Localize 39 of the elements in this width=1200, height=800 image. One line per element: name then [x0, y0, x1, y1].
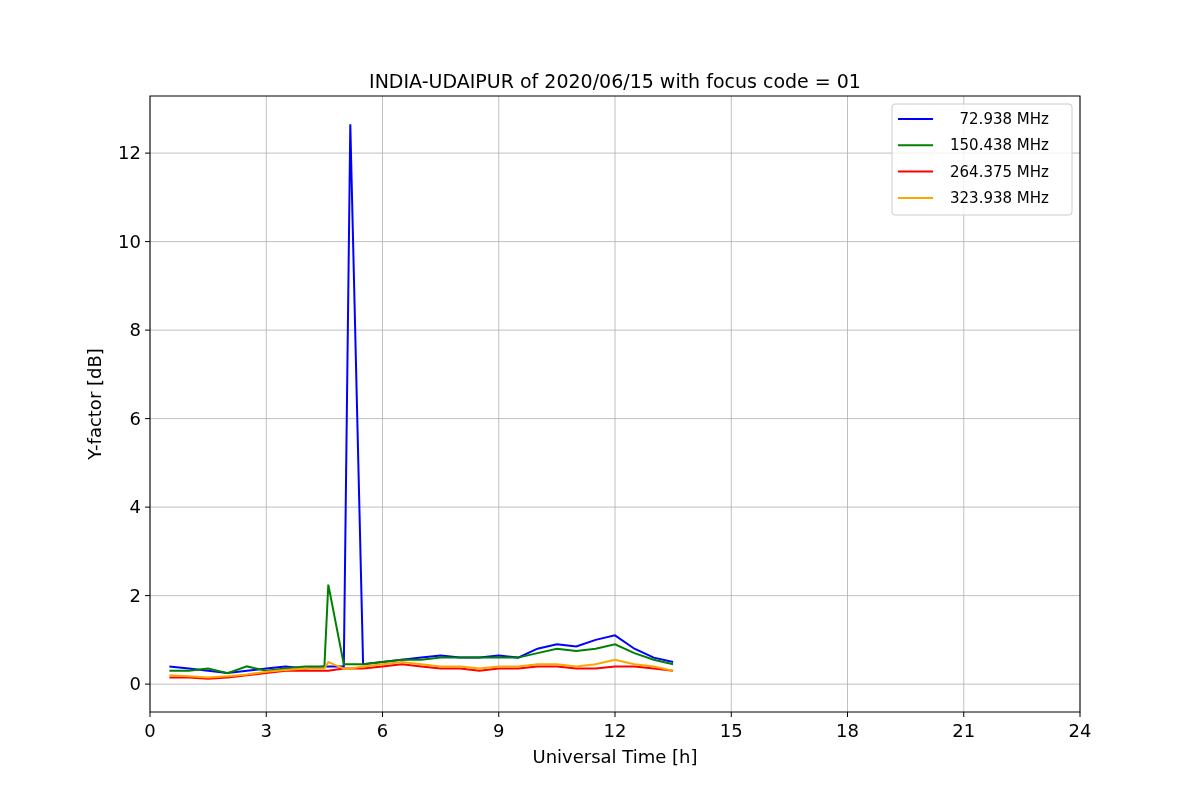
- tick-mark: [144, 329, 151, 331]
- tick-mark: [963, 711, 965, 718]
- tick-label: 21: [952, 720, 976, 741]
- tick-mark: [144, 418, 151, 420]
- tick-label: 15: [719, 720, 743, 741]
- tick-label: 4: [129, 496, 141, 518]
- x-axis-label: Universal Time [h]: [532, 746, 698, 767]
- tick-mark: [144, 241, 151, 243]
- tick-label: 6: [129, 407, 141, 429]
- tick-label: 18: [836, 720, 859, 741]
- tick-label: 2: [129, 584, 141, 606]
- tick-label: 0: [144, 720, 156, 741]
- tick-label: 24: [1068, 720, 1092, 741]
- tick-mark: [149, 711, 151, 718]
- tick-mark: [498, 711, 500, 718]
- tick-mark: [144, 595, 151, 597]
- tick-label: 9: [493, 720, 505, 741]
- legend-label: 323.938 MHz: [950, 188, 1049, 207]
- legend-label: 72.938 MHz: [959, 110, 1049, 128]
- tick-label: 8: [129, 319, 141, 341]
- tick-mark: [847, 711, 848, 718]
- tick-mark: [144, 506, 151, 508]
- y-axis-label: Y-factor [dB]: [84, 348, 105, 460]
- tick-mark: [614, 711, 616, 718]
- chart-title: INDIA-UDAIPUR of 2020/06/15 with focus code = 01: [369, 70, 861, 92]
- tick-mark: [382, 711, 383, 718]
- legend-label: 150.438 MHz: [950, 136, 1049, 155]
- tick-mark: [730, 711, 732, 718]
- tick-label: 0: [129, 673, 141, 695]
- legend-label: 264.375 MHz: [950, 162, 1049, 181]
- tick-label: 10: [118, 230, 141, 252]
- tick-label: 6: [376, 720, 389, 741]
- tick-label: 3: [260, 720, 272, 741]
- tick-mark: [1079, 711, 1081, 718]
- tick-mark: [265, 711, 267, 718]
- tick-mark: [144, 683, 151, 685]
- tick-label: 12: [118, 142, 141, 164]
- tick-mark: [144, 152, 151, 154]
- tick-label: 12: [603, 720, 627, 741]
